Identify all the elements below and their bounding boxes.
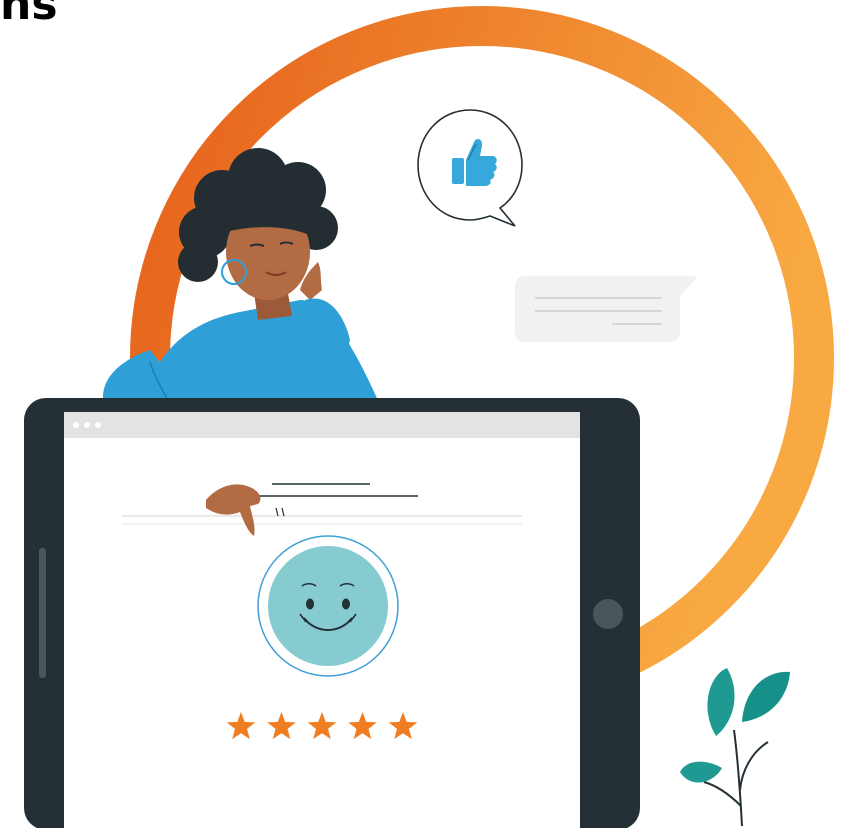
- browser-dot: [73, 422, 79, 428]
- browser-dot: [95, 422, 101, 428]
- plant: [680, 668, 790, 827]
- tablet-home-button[interactable]: [593, 599, 623, 629]
- smiley-face-icon[interactable]: [257, 535, 399, 677]
- message-card: [515, 276, 698, 342]
- thumbs-up-bubble: [417, 109, 523, 227]
- tablet-side-bar: [39, 548, 46, 678]
- feedback-illustration: [24, 6, 834, 828]
- browser-dot: [84, 422, 90, 428]
- browser-bar: [64, 412, 580, 438]
